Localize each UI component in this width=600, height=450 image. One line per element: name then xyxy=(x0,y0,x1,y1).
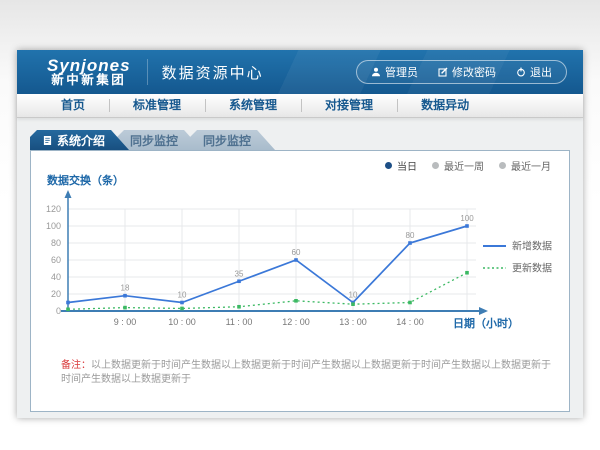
x-tick-label: 12 : 00 xyxy=(282,317,310,327)
tab-3[interactable]: 同步监控 xyxy=(190,130,275,150)
edit-icon xyxy=(438,67,448,77)
logout-button[interactable]: 退出 xyxy=(506,64,562,80)
y-axis-title: 数据交换（条） xyxy=(47,173,124,187)
app-window: Synjones 新中新集团 数据资源中心 管理员 修改密码 xyxy=(17,50,583,418)
tab-label: 同步监控 xyxy=(203,132,251,149)
point-label: 10 xyxy=(349,291,358,300)
y-tick-label: 80 xyxy=(51,238,61,248)
header-actions: 管理员 修改密码 退出 xyxy=(356,60,567,84)
nav-item-2[interactable]: 标准管理 xyxy=(109,94,205,117)
logo-text-en: Synjones xyxy=(47,57,131,75)
power-icon xyxy=(516,67,526,77)
x-axis-title: 日期（小时） xyxy=(453,316,519,330)
nav-item-4[interactable]: 对接管理 xyxy=(301,94,397,117)
page-title: 数据资源中心 xyxy=(162,62,264,83)
point-label: 35 xyxy=(235,269,244,278)
logout-label: 退出 xyxy=(530,64,552,80)
point-label: 18 xyxy=(121,284,130,293)
nav-item-1[interactable]: 首页 xyxy=(37,94,109,117)
data-point xyxy=(180,307,184,311)
point-label: 80 xyxy=(406,231,415,240)
y-tick-label: 0 xyxy=(56,306,61,316)
point-label: 100 xyxy=(460,214,474,223)
user-icon xyxy=(371,67,381,77)
point-label: 60 xyxy=(292,248,301,257)
x-tick-label: 9 : 00 xyxy=(114,317,137,327)
data-point xyxy=(408,241,412,245)
navbar-items: 首页标准管理系统管理对接管理数据异动 xyxy=(17,94,583,118)
admin-user-label: 管理员 xyxy=(385,64,418,80)
x-tick-label: 11 : 00 xyxy=(226,317,253,327)
x-tick-label: 14 : 00 xyxy=(396,317,424,327)
data-point xyxy=(180,301,184,305)
data-point xyxy=(351,302,355,306)
y-axis-arrow xyxy=(65,190,72,198)
data-point xyxy=(66,308,70,312)
admin-user-button[interactable]: 管理员 xyxy=(361,64,428,80)
data-point xyxy=(294,258,298,262)
footer-note: 备注：以上数据更新于时间产生数据以上数据更新于时间产生数据以上数据更新于时间产生… xyxy=(61,359,553,387)
data-point xyxy=(237,279,241,283)
note-text: 以上数据更新于时间产生数据以上数据更新于时间产生数据以上数据更新于时间产生数据以… xyxy=(61,360,551,385)
y-tick-label: 120 xyxy=(46,204,61,214)
y-tick-label: 40 xyxy=(51,272,61,282)
chart-panel: 当日最近一周最近一月 数据交换（条）日期（小时）0204060801001209… xyxy=(30,150,570,412)
point-label: 10 xyxy=(178,291,187,300)
data-point xyxy=(465,271,469,275)
data-point xyxy=(237,305,241,309)
note-prefix: 备注： xyxy=(61,360,91,371)
tab-1[interactable]: 系统介绍 xyxy=(30,130,129,150)
main-content: 系统介绍同步监控同步监控 当日最近一周最近一月 数据交换（条）日期（小时）020… xyxy=(17,118,583,418)
y-tick-label: 60 xyxy=(51,255,61,265)
y-tick-label: 20 xyxy=(51,289,61,299)
x-tick-label: 13 : 00 xyxy=(339,317,367,327)
legend-label: 新增数据 xyxy=(512,240,552,253)
company-logo: Synjones 新中新集团 xyxy=(47,57,131,88)
data-point xyxy=(408,301,412,305)
tabs: 系统介绍 同步监控 同步监控 xyxy=(30,130,275,150)
data-point xyxy=(123,294,127,298)
data-point xyxy=(294,299,298,303)
nav-item-5[interactable]: 数据异动 xyxy=(397,94,493,117)
legend-label: 更新数据 xyxy=(512,262,552,275)
nav-item-3[interactable]: 系统管理 xyxy=(205,94,301,117)
logo-text-cn: 新中新集团 xyxy=(47,74,131,87)
y-tick-label: 100 xyxy=(46,221,61,231)
x-tick-label: 10 : 00 xyxy=(168,317,196,327)
change-password-label: 修改密码 xyxy=(452,64,496,80)
document-icon xyxy=(43,135,52,146)
x-axis-arrow xyxy=(479,307,488,315)
data-point xyxy=(465,224,469,228)
data-point xyxy=(123,306,127,310)
tab-2[interactable]: 同步监控 xyxy=(117,130,202,150)
tab-label: 系统介绍 xyxy=(57,132,105,149)
tab-label: 同步监控 xyxy=(130,132,178,149)
app-header: Synjones 新中新集团 数据资源中心 管理员 修改密码 xyxy=(17,50,583,94)
change-password-button[interactable]: 修改密码 xyxy=(428,64,506,80)
header-divider xyxy=(147,59,148,85)
data-point xyxy=(66,301,70,305)
